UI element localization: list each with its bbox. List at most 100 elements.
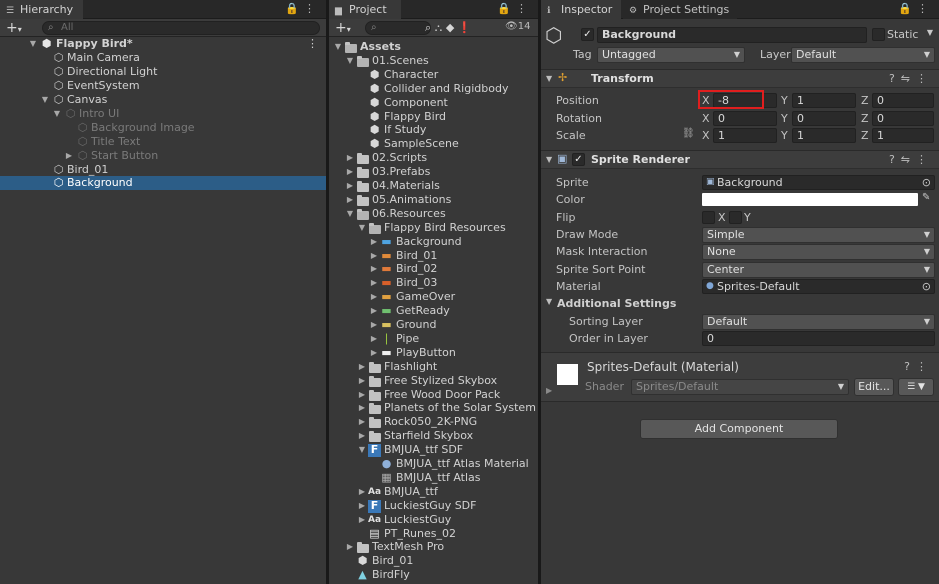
active-checkbox[interactable]: ✓ [581,28,594,41]
project-item[interactable]: ▶ ▬ PlayButton [329,346,538,360]
collapse-arrow-icon[interactable]: ▶ [345,165,355,179]
project-item[interactable]: ▼ 01.Scenes [329,54,538,68]
scale-x-field[interactable]: 1 [713,128,777,143]
add-button[interactable]: +▾ [6,20,22,38]
hierarchy-item-directional-light[interactable]: ⬡ Directional Light [0,65,326,79]
project-item[interactable]: ▶ Starfield Skybox [329,429,538,443]
expand-arrow-icon[interactable]: ▼ [40,93,50,107]
project-item[interactable]: ▶ 04.Materials [329,179,538,193]
hierarchy-item-eventsystem[interactable]: ⬡ EventSystem [0,79,326,93]
project-search-input[interactable]: ⌕ [365,21,431,35]
project-item[interactable]: ▼ 06.Resources [329,207,538,221]
scene-row[interactable]: ▼ ⬢ Flappy Bird* ⋮ [0,37,326,51]
project-item[interactable]: ⬢ If Study [329,123,538,137]
project-item[interactable]: ▶ TextMesh Pro [329,540,538,554]
shader-list-button[interactable]: ☰ ▼ [898,378,934,396]
project-item[interactable]: ▶ ❘ Pipe [329,332,538,346]
eyedropper-icon[interactable]: ✎ [922,192,930,203]
project-item[interactable]: ▶ Free Stylized Skybox [329,374,538,388]
project-item[interactable]: ▶ ▬ GameOver [329,290,538,304]
static-checkbox[interactable] [872,28,885,41]
collapse-arrow-icon[interactable]: ▶ [369,262,379,276]
tab-hierarchy[interactable]: ☰ Hierarchy [0,0,83,19]
static-dropdown-icon[interactable]: ▼ [927,28,933,37]
hierarchy-item-bird-01[interactable]: ⬡ Bird_01 [0,163,326,177]
tab-project[interactable]: ▆ Project [329,0,401,19]
hierarchy-item-canvas[interactable]: ▼ ⬡ Canvas [0,93,326,107]
project-item[interactable]: ▶ Rock050_2K-PNG [329,415,538,429]
tab-tools[interactable]: 🔒⋮ [285,2,320,15]
color-swatch[interactable] [702,193,918,206]
project-item[interactable]: ▶ Aa LuckiestGuy [329,513,538,527]
shader-dropdown[interactable]: Sprites/Default ▼ [631,379,849,395]
hierarchy-item-title-text[interactable]: ⬡ Title Text [0,135,326,149]
sprite-object-field[interactable]: ▣ Background ⊙ [702,175,935,190]
expand-arrow-icon[interactable]: ▼ [345,207,355,221]
collapse-arrow-icon[interactable]: ▶ [357,485,367,499]
project-item[interactable]: ⬢ Bird_01 [329,554,538,568]
tab-tools[interactable]: 🔒⋮ [898,2,933,15]
rotation-y-field[interactable]: 0 [792,111,856,126]
collapse-arrow-icon[interactable]: ▶ [369,290,379,304]
collapse-arrow-icon[interactable]: ▶ [357,429,367,443]
project-item[interactable]: ▶ Aa BMJUA_ttf [329,485,538,499]
project-item[interactable]: ▶ ▬ Bird_02 [329,262,538,276]
material-object-field[interactable]: ● Sprites-Default ⊙ [702,279,935,294]
expand-arrow-icon[interactable]: ▼ [52,107,62,121]
collapse-arrow-icon[interactable]: ▶ [357,360,367,374]
add-component-button[interactable]: Add Component [640,419,838,439]
project-item[interactable]: ▶ Flashlight [329,360,538,374]
hierarchy-item-start-button[interactable]: ▶ ⬡ Start Button [0,149,326,163]
project-item[interactable]: ▶ ▬ GetReady [329,304,538,318]
project-item[interactable]: ▶ 05.Animations [329,193,538,207]
sprite-renderer-enabled-checkbox[interactable]: ✓ [572,153,585,166]
project-item[interactable]: ● BMJUA_ttf Atlas Material [329,457,538,471]
sprite-sort-point-dropdown[interactable]: Center ▼ [702,262,935,278]
additional-settings-foldout[interactable]: Additional Settings [557,297,676,310]
edit-shader-button[interactable]: Edit... [854,378,894,396]
project-item[interactable]: ▶ 03.Prefabs [329,165,538,179]
position-y-field[interactable]: 1 [792,93,856,108]
hidden-count-badge[interactable]: 👁14 [505,21,530,32]
object-name-field[interactable]: Background [597,27,867,43]
expand-arrow-icon[interactable]: ▶ [546,386,552,395]
project-item[interactable]: ▦ BMJUA_ttf Atlas [329,471,538,485]
collapse-arrow-icon[interactable]: ▶ [357,415,367,429]
link-icon[interactable]: ⛓ [682,128,695,139]
project-filter-icons[interactable]: ⌕ ⛬ ◆ ❗ [425,20,472,36]
mask-interaction-dropdown[interactable]: None ▼ [702,244,935,260]
create-button[interactable]: +▾ [335,20,351,38]
project-item[interactable]: ▶ Free Wood Door Pack [329,388,538,402]
project-item[interactable]: ⬢ SampleScene [329,137,538,151]
tab-tools[interactable]: 🔒⋮ [497,2,532,15]
collapse-arrow-icon[interactable]: ▶ [345,179,355,193]
project-item[interactable]: ▶ ▬ Bird_03 [329,276,538,290]
expand-arrow-icon[interactable]: ▼ [28,37,38,51]
order-in-layer-field[interactable]: 0 [702,331,935,346]
collapse-arrow-icon[interactable]: ▶ [357,499,367,513]
expand-arrow-icon[interactable]: ▼ [357,221,367,235]
collapse-arrow-icon[interactable]: ▶ [369,249,379,263]
collapse-arrow-icon[interactable]: ▶ [357,401,367,415]
project-item[interactable]: ▲ BirdFly [329,568,538,582]
transform-header[interactable]: ▼ ✢ Transform ?⇋⋮ [541,69,939,88]
tag-dropdown[interactable]: Untagged ▼ [597,47,745,63]
sprite-renderer-header[interactable]: ▼ ▣ ✓ Sprite Renderer ?⇋⋮ [541,150,939,169]
hierarchy-item-main-camera[interactable]: ⬡ Main Camera [0,51,326,65]
project-item[interactable]: ▶ 02.Scripts [329,151,538,165]
project-item[interactable]: ▤ PT_Runes_02 [329,527,538,541]
collapse-arrow-icon[interactable]: ▶ [345,540,355,554]
object-picker-icon[interactable]: ⊙ [922,176,931,189]
collapse-arrow-icon[interactable]: ▶ [369,346,379,360]
project-item[interactable]: ▶ F LuckiestGuy SDF [329,499,538,513]
collapse-arrow-icon[interactable]: ▶ [369,276,379,290]
hierarchy-search-input[interactable]: ⌕ All [42,21,320,35]
collapse-arrow-icon[interactable]: ▶ [345,193,355,207]
collapse-arrow-icon[interactable]: ▶ [369,318,379,332]
hierarchy-item-background[interactable]: ⬡ Background [0,176,326,190]
tab-project-settings[interactable]: ⚙ Project Settings [623,0,737,19]
scale-y-field[interactable]: 1 [792,128,856,143]
collapse-arrow-icon[interactable]: ▼ [546,297,552,306]
component-tools[interactable]: ?⇋⋮ [889,72,933,85]
project-item[interactable]: ⬢ Component [329,96,538,110]
